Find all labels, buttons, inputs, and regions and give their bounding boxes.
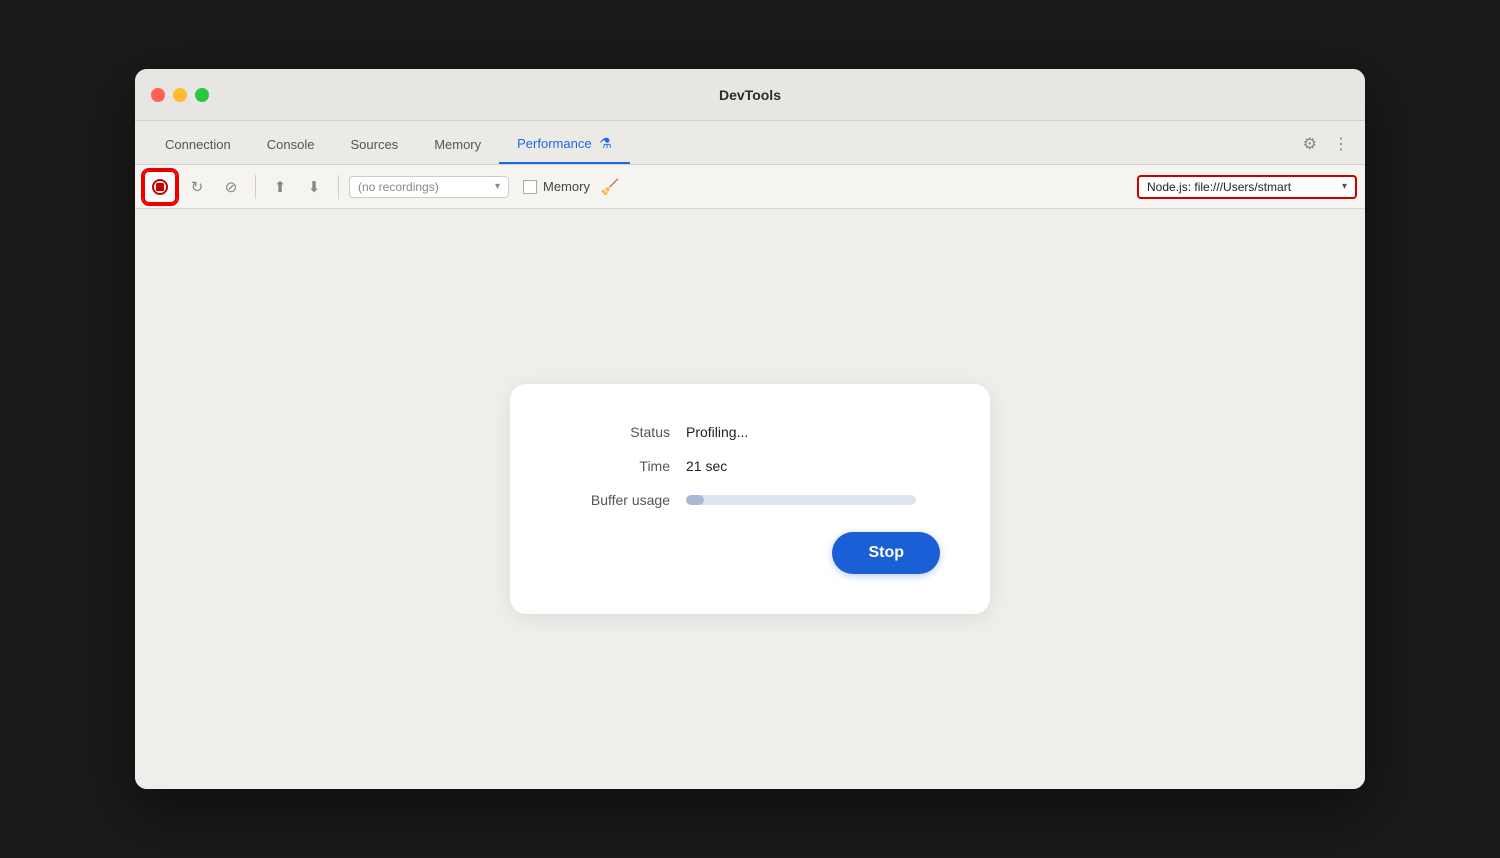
record-button[interactable]: [143, 170, 177, 204]
close-button[interactable]: [151, 88, 165, 102]
broom-button[interactable]: 🧹: [596, 173, 624, 201]
maximize-button[interactable]: [195, 88, 209, 102]
stop-button-row: Stop: [560, 532, 940, 574]
memory-checkbox-wrapper: Memory: [523, 179, 590, 194]
settings-icon[interactable]: ⚙: [1301, 132, 1319, 156]
divider-2: [338, 175, 339, 199]
broom-icon: 🧹: [601, 178, 620, 196]
tab-console[interactable]: Console: [249, 127, 333, 164]
devtools-window: DevTools Connection Console Sources Memo…: [135, 69, 1365, 789]
flask-icon: ⚗: [599, 135, 612, 152]
node-select[interactable]: Node.js: file:///Users/stmart ▾: [1137, 175, 1357, 199]
download-icon: ⬇: [308, 178, 321, 196]
more-options-icon[interactable]: ⋮: [1331, 132, 1351, 156]
clear-button[interactable]: ⊘: [217, 173, 245, 201]
tab-memory[interactable]: Memory: [416, 127, 499, 164]
recordings-label: (no recordings): [358, 180, 491, 194]
traffic-lights: [151, 88, 209, 102]
status-row: Status Profiling...: [560, 424, 940, 440]
buffer-bar: [686, 495, 916, 505]
stop-square-icon: [156, 183, 164, 191]
refresh-button[interactable]: ↻: [183, 173, 211, 201]
divider-1: [255, 175, 256, 199]
download-button[interactable]: ⬇: [300, 173, 328, 201]
buffer-row: Buffer usage: [560, 492, 940, 508]
time-row: Time 21 sec: [560, 458, 940, 474]
time-label: Time: [560, 458, 670, 474]
time-value: 21 sec: [686, 458, 727, 474]
recordings-select[interactable]: (no recordings) ▾: [349, 176, 509, 198]
memory-checkbox[interactable]: [523, 180, 537, 194]
tabbar-actions: ⚙ ⋮: [1301, 132, 1351, 156]
window-title: DevTools: [719, 87, 781, 103]
status-value: Profiling...: [686, 424, 748, 440]
tab-performance[interactable]: Performance ⚗: [499, 125, 630, 164]
upload-button[interactable]: ⬆: [266, 173, 294, 201]
profiling-card: Status Profiling... Time 21 sec Buffer u…: [510, 384, 990, 614]
buffer-label: Buffer usage: [560, 492, 670, 508]
main-content: Status Profiling... Time 21 sec Buffer u…: [135, 209, 1365, 789]
titlebar: DevTools: [135, 69, 1365, 121]
record-circle-icon: [152, 179, 168, 195]
minimize-button[interactable]: [173, 88, 187, 102]
tab-connection[interactable]: Connection: [147, 127, 249, 164]
chevron-down-icon: ▾: [495, 181, 500, 192]
memory-label: Memory: [543, 179, 590, 194]
clear-icon: ⊘: [225, 178, 238, 196]
stop-button[interactable]: Stop: [832, 532, 940, 574]
tabbar: Connection Console Sources Memory Perfor…: [135, 121, 1365, 165]
tab-sources[interactable]: Sources: [332, 127, 416, 164]
upload-icon: ⬆: [274, 178, 287, 196]
buffer-bar-fill: [686, 495, 704, 505]
status-label: Status: [560, 424, 670, 440]
chevron-down-icon-2: ▾: [1342, 181, 1347, 192]
node-select-label: Node.js: file:///Users/stmart: [1147, 180, 1336, 194]
toolbar: ↻ ⊘ ⬆ ⬇ (no recordings) ▾ Memory 🧹 Node.…: [135, 165, 1365, 209]
refresh-icon: ↻: [191, 178, 204, 196]
